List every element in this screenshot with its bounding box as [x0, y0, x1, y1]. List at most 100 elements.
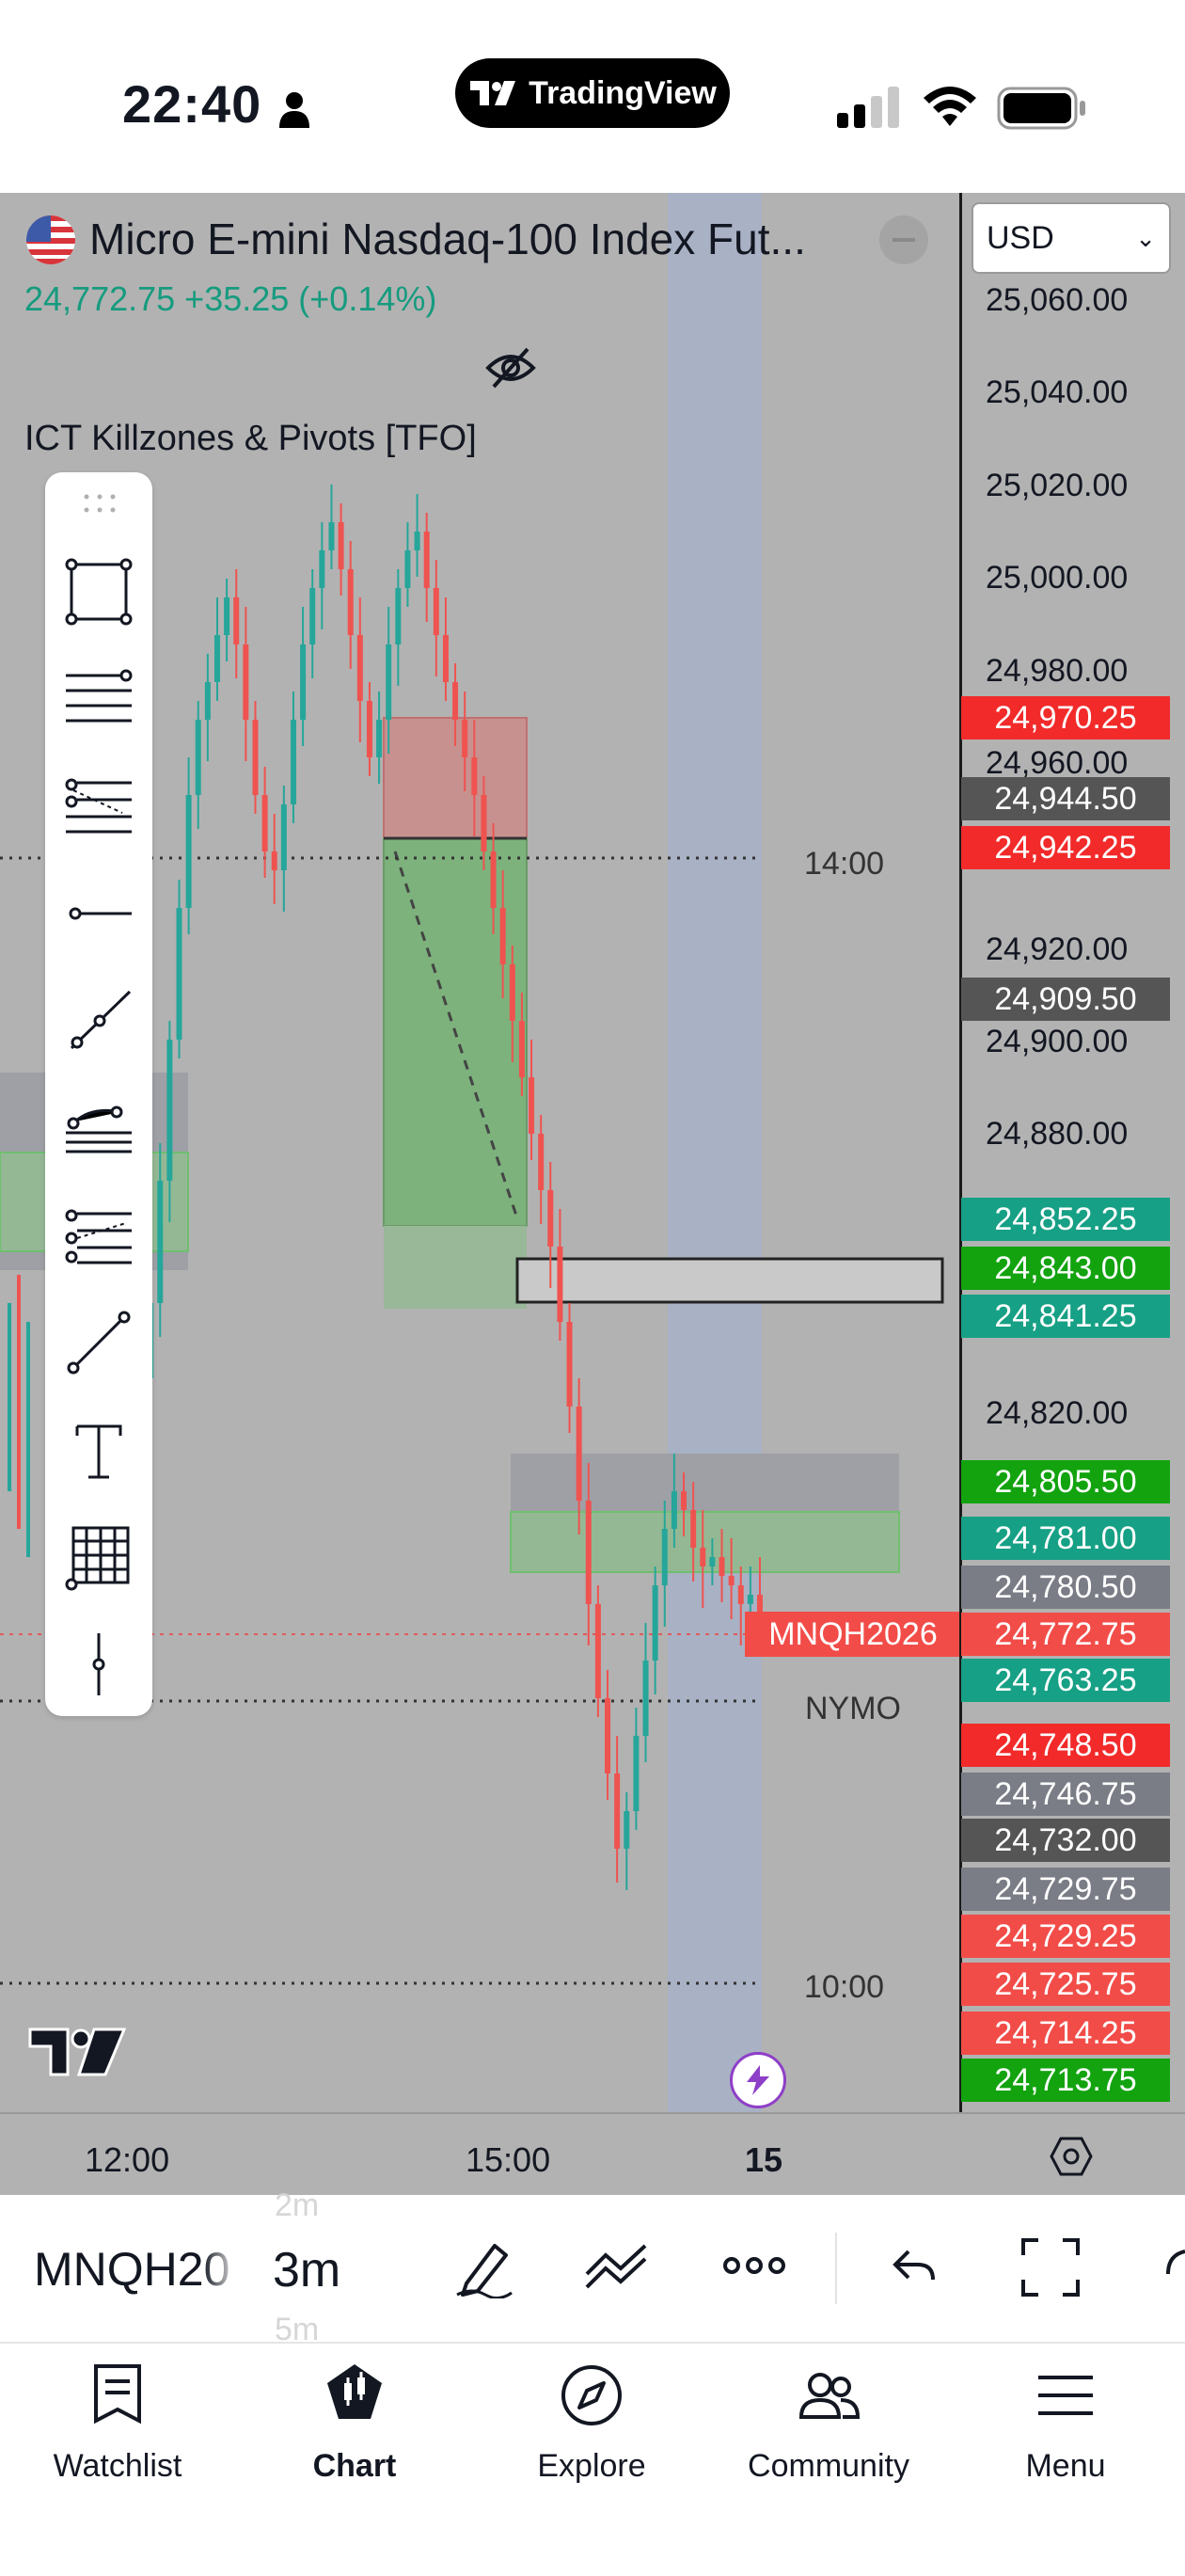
line-segment-icon[interactable] — [64, 1308, 134, 1377]
fib-retracement-icon[interactable] — [64, 771, 134, 841]
symbol-title[interactable]: Micro E-mini Nasdaq-100 Index Fut... — [89, 214, 806, 264]
indicators-icon[interactable] — [583, 2240, 653, 2293]
horizontal-ray-icon[interactable] — [64, 879, 134, 948]
indicator-legend[interactable]: ICT Killzones & Pivots [TFO] — [24, 419, 477, 459]
tab-label: Chart — [312, 2448, 397, 2484]
price-tag: 24,772.75 — [961, 1613, 1170, 1656]
price-tag: 24,732.00 — [961, 1819, 1170, 1862]
time-label: 12:00 — [85, 2140, 170, 2179]
fib-channel-icon[interactable] — [64, 1093, 134, 1163]
clock: 22:40 — [122, 74, 262, 134]
tab-bar: Watchlist Chart Explore Community Menu — [0, 2342, 1185, 2576]
tab-label: Watchlist — [53, 2448, 182, 2484]
trend-line-icon[interactable] — [64, 986, 134, 1056]
chart-tab-icon — [327, 2364, 382, 2419]
candle-body — [557, 1247, 563, 1322]
candle-body — [538, 1134, 545, 1190]
drag-handle-icon[interactable] — [83, 493, 117, 514]
session-label-1400: 14:00 — [804, 846, 885, 882]
vertical-line-icon[interactable] — [64, 1630, 134, 1699]
candle-body — [243, 644, 249, 720]
price-label: 24,900.00 — [986, 1024, 1129, 1059]
interval-option-prev[interactable]: 2m — [275, 2187, 319, 2224]
pen-draw-icon[interactable] — [453, 2236, 515, 2298]
short-position-target-ext — [384, 1226, 527, 1309]
candle-body — [633, 1736, 640, 1811]
candle-body — [176, 908, 182, 1040]
candle-body — [490, 851, 497, 908]
person-icon — [279, 92, 309, 128]
currency-select[interactable]: USD ⌄ — [972, 202, 1171, 274]
price-tag: 24,781.00 — [961, 1517, 1170, 1560]
candle-body — [204, 682, 211, 720]
price-label: 24,920.00 — [986, 931, 1129, 967]
candle-body — [518, 1021, 525, 1077]
price-tag: 24,714.25 — [961, 2012, 1170, 2055]
tab-menu[interactable]: Menu — [962, 2362, 1169, 2485]
candle-body — [566, 1322, 573, 1407]
session-label-nymo: NYMO — [805, 1691, 901, 1726]
tab-community[interactable]: Community — [725, 2362, 932, 2485]
tradingview-watermark-icon[interactable] — [26, 2026, 128, 2078]
watchlist-icon — [94, 2364, 141, 2425]
candle-body — [700, 1548, 706, 1566]
fvg-box — [515, 1257, 944, 1304]
price-tag: 24,852.25 — [961, 1198, 1170, 1241]
candle-body — [529, 1077, 535, 1134]
candle-body — [233, 597, 240, 644]
interval-picker[interactable]: 3m — [273, 2242, 340, 2298]
chart-settings-button[interactable] — [959, 2112, 1185, 2197]
candle-body — [300, 644, 307, 720]
candle-body — [271, 851, 277, 870]
price-label: 24,880.00 — [986, 1116, 1129, 1152]
fullscreen-icon[interactable] — [1019, 2236, 1082, 2298]
price-change: +35.25 (+0.14%) — [184, 279, 437, 318]
price-tag: 24,841.25 — [961, 1295, 1170, 1338]
more-options-icon[interactable] — [722, 2253, 786, 2278]
candle-body — [462, 720, 468, 757]
time-axis[interactable]: 12:00 15:00 15 — [0, 2112, 959, 2197]
price-tag: 24,729.25 — [961, 1915, 1170, 1958]
candle-body — [195, 720, 201, 795]
candle-body — [433, 588, 439, 635]
pitchfork-lines-icon[interactable] — [64, 664, 134, 734]
candle-body — [747, 1595, 753, 1604]
candle-body — [185, 795, 192, 908]
tab-watchlist[interactable]: Watchlist — [14, 2362, 221, 2485]
candle-body — [252, 720, 259, 795]
price-tag: 24,763.25 — [961, 1659, 1170, 1702]
fib-extension-icon[interactable] — [64, 1201, 134, 1270]
symbol-fade — [202, 2214, 240, 2317]
candle-body — [709, 1557, 716, 1566]
tab-label: Explore — [537, 2448, 646, 2484]
time-label: 15 — [745, 2140, 783, 2179]
undo-icon[interactable] — [890, 2242, 939, 2291]
candle-body — [213, 635, 220, 682]
candle-body — [309, 588, 316, 644]
grid-table-icon[interactable] — [64, 1522, 134, 1592]
text-tool-icon[interactable] — [64, 1415, 134, 1485]
candle-body — [224, 597, 230, 635]
candle-body — [319, 550, 325, 588]
compass-icon — [561, 2365, 622, 2425]
candle-body — [366, 701, 372, 757]
tab-chart[interactable]: Chart — [251, 2362, 458, 2485]
price-tag: 24,725.75 — [961, 1963, 1170, 2006]
candle-body — [157, 1181, 164, 1303]
drawing-toolbar[interactable] — [45, 472, 152, 1716]
candle-body — [605, 1698, 611, 1773]
collapse-button[interactable] — [879, 215, 928, 264]
app-pill[interactable]: TradingView — [455, 58, 730, 128]
tab-explore[interactable]: Explore — [488, 2362, 695, 2485]
candle-body — [290, 720, 296, 804]
price-tag: 24,729.75 — [961, 1868, 1170, 1911]
price-tag: 24,780.50 — [961, 1566, 1170, 1609]
hamburger-menu-icon — [1038, 2376, 1093, 2415]
flash-button[interactable] — [730, 2052, 786, 2108]
rectangle-tool-icon[interactable] — [64, 557, 134, 627]
candle-body — [261, 795, 268, 851]
candle-body — [642, 1661, 649, 1736]
eye-off-icon[interactable] — [484, 342, 537, 394]
candle-body — [376, 720, 383, 757]
redo-icon-partial[interactable] — [1164, 2246, 1185, 2289]
